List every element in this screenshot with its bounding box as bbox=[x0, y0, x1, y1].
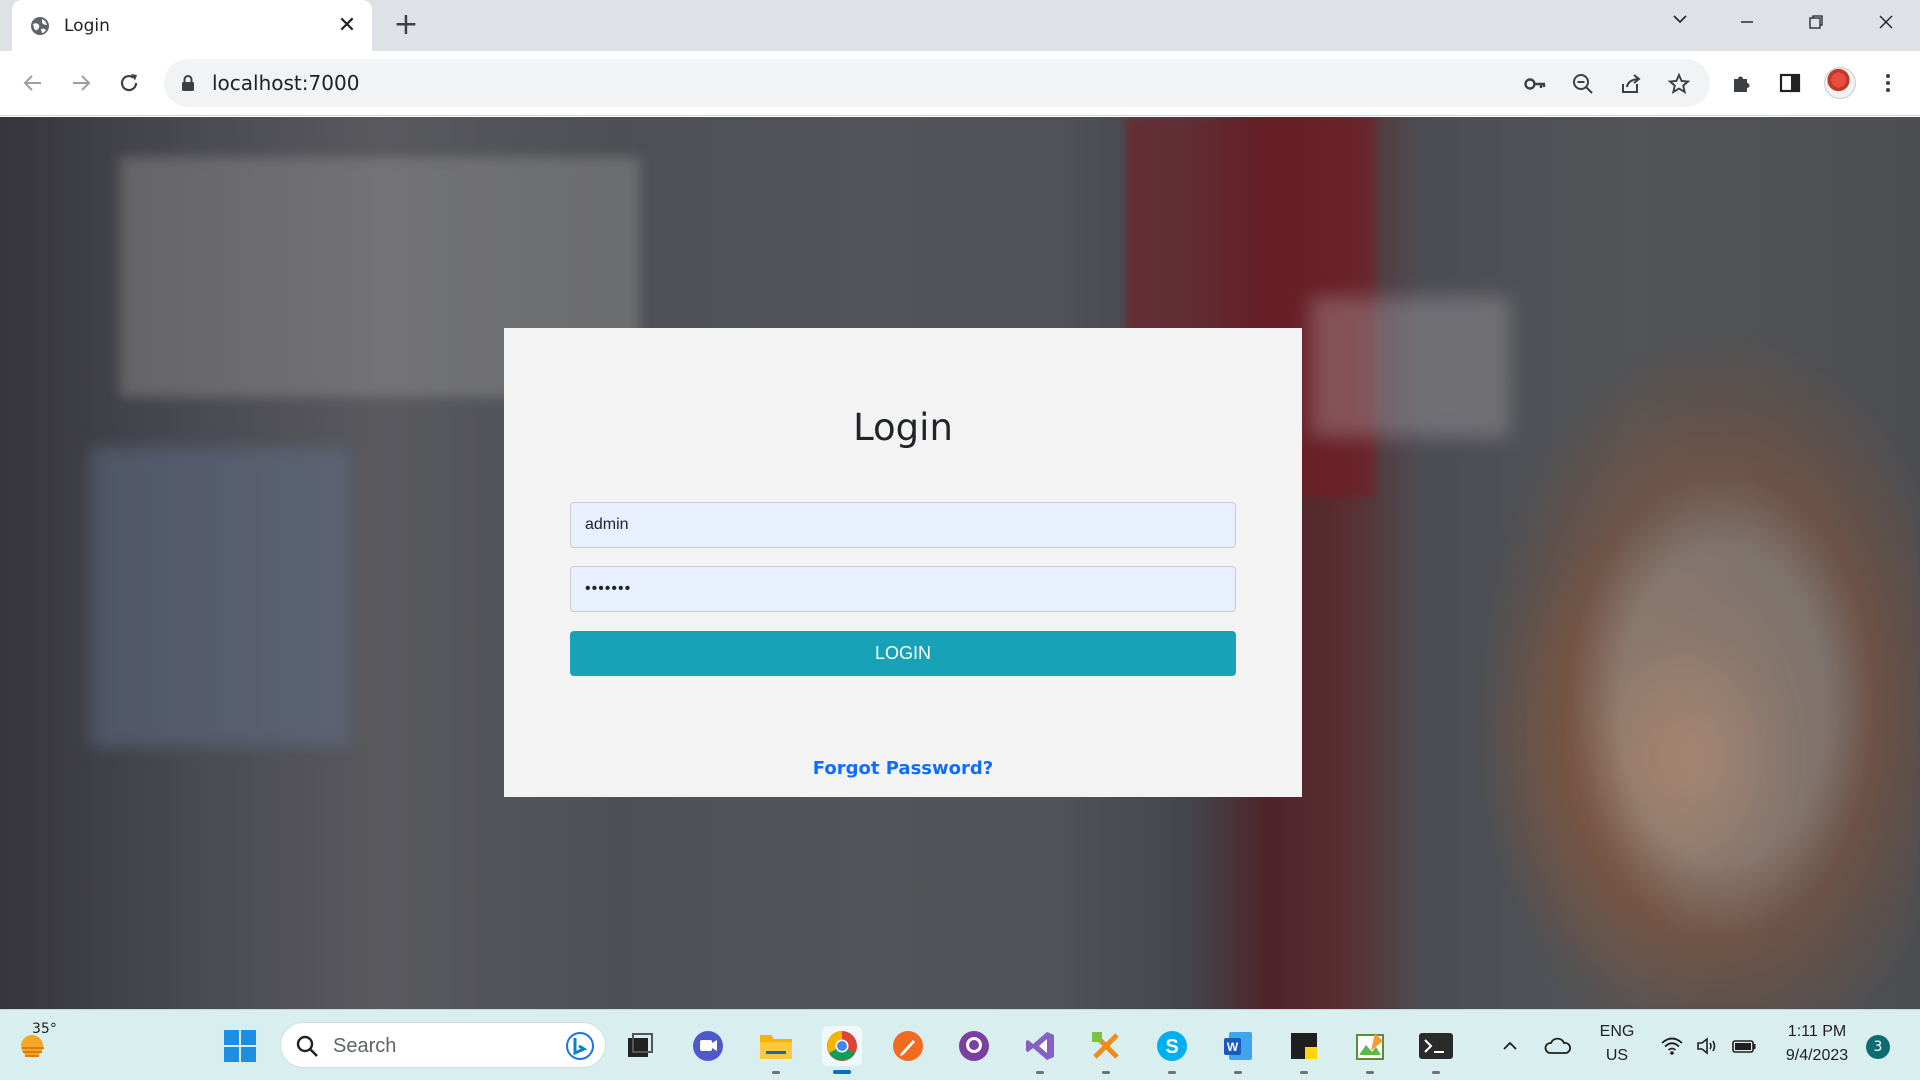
windows-taskbar: 35° Search S W ENG US 1:11 PM 9/4/2023 3 bbox=[0, 1009, 1920, 1080]
word-icon[interactable]: W bbox=[1218, 1026, 1258, 1066]
zoom-out-icon[interactable] bbox=[1570, 71, 1596, 97]
running-indicator bbox=[1366, 1071, 1374, 1074]
lock-icon[interactable] bbox=[180, 74, 196, 92]
terminal-icon[interactable] bbox=[1416, 1026, 1456, 1066]
login-button[interactable]: LOGIN bbox=[570, 631, 1236, 676]
pen-app-icon[interactable] bbox=[888, 1026, 928, 1066]
windows-start-icon[interactable] bbox=[220, 1026, 260, 1066]
reload-icon[interactable] bbox=[112, 66, 146, 100]
close-window-icon[interactable] bbox=[1866, 8, 1906, 38]
tab-title: Login bbox=[64, 15, 110, 36]
key-icon[interactable] bbox=[1522, 71, 1548, 97]
address-bar[interactable]: localhost:7000 bbox=[164, 59, 1710, 107]
password-input[interactable]: ••••••• bbox=[570, 566, 1236, 612]
bing-chat-icon[interactable] bbox=[565, 1031, 595, 1061]
running-indicator bbox=[1168, 1071, 1176, 1074]
login-card: Login admin ••••••• LOGIN Forgot Passwor… bbox=[504, 328, 1302, 797]
url-text[interactable]: localhost:7000 bbox=[212, 71, 359, 95]
running-indicator bbox=[772, 1071, 780, 1074]
new-tab-icon[interactable]: + bbox=[390, 10, 422, 42]
teams-chat-icon[interactable] bbox=[688, 1026, 728, 1066]
bookmark-star-icon[interactable] bbox=[1666, 71, 1692, 97]
keyboard-region: US bbox=[1605, 1047, 1629, 1064]
globe-icon bbox=[31, 16, 49, 35]
browser-tab-strip: Login ✕ + bbox=[0, 0, 1920, 51]
running-indicator bbox=[1432, 1071, 1440, 1074]
chevron-up-icon[interactable] bbox=[1490, 1026, 1530, 1066]
sticky-notes-icon[interactable] bbox=[1284, 1026, 1324, 1066]
browser-toolbar: localhost:7000 bbox=[0, 51, 1920, 116]
minimize-icon[interactable] bbox=[1727, 8, 1767, 38]
search-icon bbox=[296, 1035, 318, 1057]
wifi-icon[interactable] bbox=[1652, 1026, 1692, 1066]
tab-login[interactable]: Login ✕ bbox=[12, 0, 372, 51]
search-placeholder: Search bbox=[333, 1035, 397, 1057]
chrome-icon[interactable] bbox=[822, 1026, 862, 1066]
notification-badge[interactable]: 3 bbox=[1866, 1035, 1890, 1059]
file-explorer-icon[interactable] bbox=[756, 1026, 796, 1066]
login-page-background: Login admin ••••••• LOGIN Forgot Passwor… bbox=[0, 117, 1920, 1009]
github-desktop-icon[interactable] bbox=[954, 1026, 994, 1066]
login-title: Login bbox=[853, 406, 953, 449]
share-icon[interactable] bbox=[1618, 71, 1644, 97]
active-app-indicator bbox=[833, 1070, 851, 1074]
running-indicator bbox=[1300, 1071, 1308, 1074]
clock-date: 9/4/2023 bbox=[1785, 1047, 1849, 1064]
xmind-icon[interactable] bbox=[1086, 1026, 1126, 1066]
running-indicator bbox=[1036, 1071, 1044, 1074]
forward-arrow-icon[interactable] bbox=[64, 66, 98, 100]
side-panel-icon[interactable] bbox=[1776, 69, 1804, 97]
tab-search-chevron-icon[interactable] bbox=[1660, 8, 1700, 38]
weather-temperature: 35° bbox=[32, 1021, 57, 1037]
profile-avatar[interactable] bbox=[1824, 67, 1856, 99]
paint-app-icon[interactable] bbox=[1350, 1026, 1390, 1066]
forgot-password-link[interactable]: Forgot Password? bbox=[504, 758, 1302, 779]
visual-studio-icon[interactable] bbox=[1020, 1026, 1060, 1066]
back-arrow-icon[interactable] bbox=[16, 66, 50, 100]
onedrive-cloud-icon[interactable] bbox=[1538, 1026, 1578, 1066]
svg-text:W: W bbox=[1227, 1040, 1239, 1054]
extensions-puzzle-icon[interactable] bbox=[1728, 69, 1756, 97]
restore-icon[interactable] bbox=[1796, 8, 1836, 38]
browser-menu-kebab-icon[interactable] bbox=[1874, 69, 1902, 97]
clock-time: 1:11 PM bbox=[1787, 1023, 1847, 1040]
close-tab-icon[interactable]: ✕ bbox=[336, 14, 358, 37]
task-view-icon[interactable] bbox=[620, 1026, 660, 1066]
volume-icon[interactable] bbox=[1688, 1026, 1728, 1066]
language-code: ENG bbox=[1599, 1023, 1635, 1040]
username-input[interactable]: admin bbox=[570, 502, 1236, 548]
running-indicator bbox=[1234, 1071, 1242, 1074]
taskbar-search-box[interactable]: Search bbox=[280, 1022, 606, 1068]
running-indicator bbox=[1102, 1071, 1110, 1074]
svg-text:S: S bbox=[1165, 1036, 1178, 1058]
skype-icon[interactable]: S bbox=[1152, 1026, 1192, 1066]
battery-icon[interactable] bbox=[1724, 1026, 1764, 1066]
